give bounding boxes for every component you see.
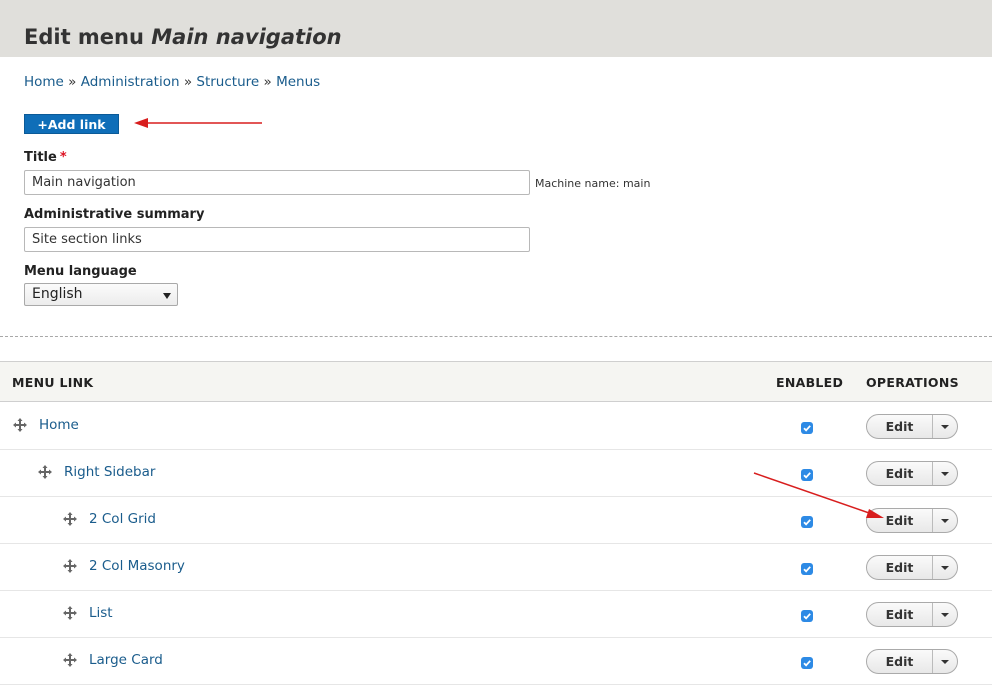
move-cross-icon[interactable]: [62, 605, 78, 621]
checkmark-icon: [803, 566, 811, 573]
enabled-checkbox[interactable]: [801, 563, 813, 575]
operations-dropbutton: Edit: [866, 649, 958, 674]
caret-down-icon[interactable]: [933, 509, 957, 532]
operations-dropbutton: Edit: [866, 602, 958, 627]
checkmark-icon: [803, 613, 811, 620]
edit-button[interactable]: Edit: [867, 462, 932, 485]
operations-dropbutton: Edit: [866, 555, 958, 580]
language-selected-value: English: [32, 286, 83, 302]
enabled-checkbox[interactable]: [801, 516, 813, 528]
column-operations: OPERATIONS: [866, 375, 959, 390]
summary-input[interactable]: [24, 227, 530, 252]
breadcrumb-structure[interactable]: Structure: [196, 74, 259, 90]
edit-button[interactable]: Edit: [867, 415, 932, 438]
divider: [0, 336, 992, 337]
menu-link[interactable]: 2 Col Grid: [89, 511, 156, 527]
breadcrumb-separator: »: [263, 74, 272, 90]
breadcrumb-separator: »: [183, 74, 193, 90]
chevron-down-icon: [163, 293, 171, 299]
move-cross-icon[interactable]: [62, 652, 78, 668]
breadcrumb-menus[interactable]: Menus: [276, 74, 320, 90]
operations-dropbutton: Edit: [866, 461, 958, 486]
move-cross-icon[interactable]: [37, 464, 53, 480]
machine-name: Machine name: main: [535, 177, 651, 190]
enabled-checkbox[interactable]: [801, 610, 813, 622]
page-title-menu-name: Main navigation: [151, 25, 342, 49]
page-title: Edit menu Main navigation: [24, 24, 342, 51]
title-label-text: Title: [24, 150, 57, 165]
edit-button[interactable]: Edit: [867, 556, 932, 579]
operations-dropbutton: Edit: [866, 414, 958, 439]
caret-down-icon[interactable]: [933, 650, 957, 673]
enabled-checkbox[interactable]: [801, 469, 813, 481]
table-row: Home Edit: [0, 403, 992, 450]
menu-link[interactable]: Home: [39, 417, 79, 433]
enabled-checkbox[interactable]: [801, 657, 813, 669]
table-row: Large Card Edit: [0, 638, 992, 685]
language-select[interactable]: English: [24, 283, 178, 306]
breadcrumb-administration[interactable]: Administration: [81, 74, 180, 90]
required-mark: *: [59, 150, 67, 165]
page-title-prefix: Edit menu: [24, 25, 144, 49]
add-link-button[interactable]: +Add link: [24, 114, 119, 134]
checkmark-icon: [803, 425, 811, 432]
edit-button[interactable]: Edit: [867, 509, 932, 532]
checkmark-icon: [803, 519, 811, 526]
table-row: 2 Col Grid Edit: [0, 497, 992, 544]
operations-dropbutton: Edit: [866, 508, 958, 533]
table-row: List Edit: [0, 591, 992, 638]
enabled-checkbox[interactable]: [801, 422, 813, 434]
language-label: Menu language: [24, 264, 137, 279]
table-row: 2 Col Masonry Edit: [0, 544, 992, 591]
caret-down-icon[interactable]: [933, 462, 957, 485]
table-header: MENU LINK ENABLED OPERATIONS: [0, 361, 992, 402]
annotation-arrowhead: [134, 118, 148, 128]
move-cross-icon[interactable]: [62, 511, 78, 527]
move-cross-icon[interactable]: [12, 417, 28, 433]
column-enabled: ENABLED: [776, 375, 844, 390]
edit-button[interactable]: Edit: [867, 603, 932, 626]
title-label: Title *: [24, 150, 67, 165]
edit-button[interactable]: Edit: [867, 650, 932, 673]
caret-down-icon[interactable]: [933, 415, 957, 438]
breadcrumb-separator: »: [68, 74, 77, 90]
menu-link[interactable]: Large Card: [89, 652, 163, 668]
checkmark-icon: [803, 660, 811, 667]
menu-link[interactable]: Right Sidebar: [64, 464, 155, 480]
column-menu-link: MENU LINK: [12, 375, 94, 390]
caret-down-icon[interactable]: [933, 556, 957, 579]
menu-link[interactable]: List: [89, 605, 113, 621]
breadcrumb-home[interactable]: Home: [24, 74, 64, 90]
title-input[interactable]: [24, 170, 530, 195]
caret-down-icon[interactable]: [933, 603, 957, 626]
summary-label: Administrative summary: [24, 207, 205, 222]
checkmark-icon: [803, 472, 811, 479]
menu-link[interactable]: 2 Col Masonry: [89, 558, 185, 574]
table-row: Right Sidebar Edit: [0, 450, 992, 497]
breadcrumb: Home » Administration » Structure » Menu…: [24, 74, 320, 90]
move-cross-icon[interactable]: [62, 558, 78, 574]
